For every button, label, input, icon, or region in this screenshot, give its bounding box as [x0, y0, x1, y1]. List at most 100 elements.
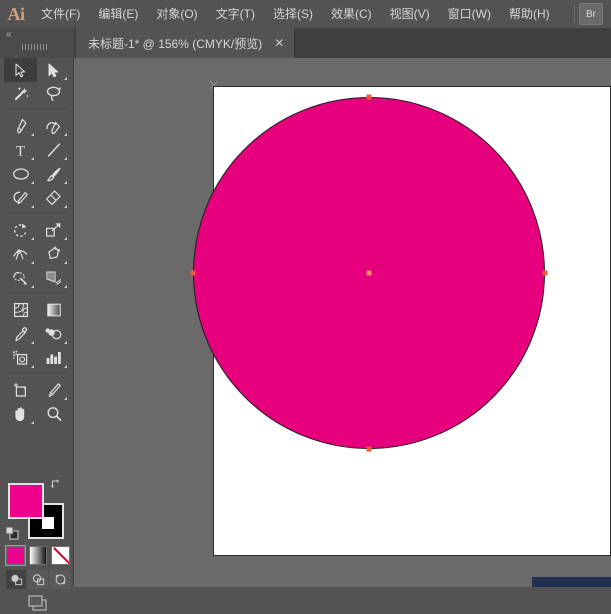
tool-flyout-indicator: [64, 397, 67, 400]
tool-row: [4, 346, 70, 370]
illustrator-window: Ai 文件(F) 编辑(E) 对象(O) 文字(T) 选择(S) 效果(C) 视…: [0, 0, 611, 611]
anchor-bottom[interactable]: [366, 446, 372, 452]
swap-fill-stroke-icon[interactable]: [50, 478, 62, 490]
menu-effect[interactable]: 效果(C): [322, 0, 381, 28]
menu-file[interactable]: 文件(F): [32, 0, 89, 28]
magic-wand-tool[interactable]: [4, 82, 37, 106]
tool-row: [4, 378, 70, 402]
artboard-tool[interactable]: [4, 378, 37, 402]
draw-mode-buttons: [6, 570, 70, 590]
rotate-tool[interactable]: [4, 218, 37, 242]
tool-separator: [7, 373, 67, 375]
lasso-tool[interactable]: [37, 82, 70, 106]
document-tab-label: 未标题-1* @ 156% (CMYK/预览): [88, 36, 263, 51]
none-mode-button[interactable]: [51, 546, 71, 565]
close-icon[interactable]: ✕: [274, 37, 284, 49]
tool-row: [4, 186, 70, 210]
anchor-left[interactable]: [190, 270, 196, 276]
tool-flyout-indicator: [64, 77, 67, 80]
tool-separator: [7, 213, 67, 215]
menu-view[interactable]: 视图(V): [381, 0, 439, 28]
column-graph-tool[interactable]: [37, 346, 70, 370]
paintbrush-tool[interactable]: [37, 162, 70, 186]
ellipse-tool[interactable]: [4, 162, 37, 186]
selection-tool[interactable]: [4, 58, 37, 82]
shape-builder-tool[interactable]: [4, 266, 37, 290]
menu-divider: [574, 5, 575, 23]
tool-flyout-indicator: [31, 261, 34, 264]
toolbar-drag-handle[interactable]: [22, 44, 48, 50]
menu-window[interactable]: 窗口(W): [439, 0, 500, 28]
width-tool[interactable]: [4, 242, 37, 266]
fill-swatch[interactable]: [8, 483, 44, 519]
draw-behind-button[interactable]: [28, 570, 48, 589]
curvature-tool[interactable]: [37, 114, 70, 138]
shaper-tool[interactable]: [4, 186, 37, 210]
eraser-tool[interactable]: [37, 186, 70, 210]
blend-tool[interactable]: [37, 322, 70, 346]
document-tab[interactable]: 未标题-1* @ 156% (CMYK/预览) ✕: [76, 28, 296, 58]
tool-flyout-indicator: [31, 133, 34, 136]
tool-row: [4, 322, 70, 346]
free-transform-tool[interactable]: [37, 242, 70, 266]
pen-tool[interactable]: [4, 114, 37, 138]
line-segment-tool[interactable]: [37, 138, 70, 162]
tool-flyout-indicator: [64, 133, 67, 136]
app-logo-icon: Ai: [7, 3, 26, 24]
menu-type[interactable]: 文字(T): [207, 0, 264, 28]
gradient-mode-button[interactable]: [28, 546, 48, 565]
tool-flyout-indicator: [31, 157, 34, 160]
mesh-tool[interactable]: [4, 298, 37, 322]
tool-grid: T: [4, 58, 70, 426]
tool-flyout-indicator: [31, 365, 34, 368]
anchor-top[interactable]: [366, 94, 372, 100]
tool-flyout-indicator: [64, 205, 67, 208]
tool-flyout-indicator: [64, 365, 67, 368]
menu-edit[interactable]: 编辑(E): [89, 0, 147, 28]
perspective-grid-tool[interactable]: [37, 266, 70, 290]
tool-flyout-indicator: [31, 181, 34, 184]
menu-items: 文件(F) 编辑(E) 对象(O) 文字(T) 选择(S) 效果(C) 视图(V…: [32, 0, 559, 28]
menu-object[interactable]: 对象(O): [147, 0, 206, 28]
tool-flyout-indicator: [31, 285, 34, 288]
tool-row: [4, 114, 70, 138]
tool-row: [4, 218, 70, 242]
color-mode-button[interactable]: [5, 545, 26, 566]
tool-flyout-indicator: [64, 341, 67, 344]
scale-tool[interactable]: [37, 218, 70, 242]
color-mode-buttons: [5, 545, 71, 566]
tools-panel: T: [0, 58, 74, 611]
symbol-sprayer-tool[interactable]: [4, 346, 37, 370]
tool-row: [4, 242, 70, 266]
tool-row: [4, 82, 70, 106]
menu-bar: Ai 文件(F) 编辑(E) 对象(O) 文字(T) 选择(S) 效果(C) 视…: [0, 0, 611, 28]
anchor-right[interactable]: [542, 270, 548, 276]
tab-strip: « 未标题-1* @ 156% (CMYK/预览) ✕: [0, 28, 611, 58]
default-fill-stroke-icon[interactable]: [5, 526, 19, 540]
anchor-center[interactable]: [366, 270, 372, 276]
direct-selection-tool[interactable]: [37, 58, 70, 82]
watermark: 溜溜自学 ZIXUE.3D66.COM: [532, 577, 611, 587]
tool-flyout-indicator: [31, 205, 34, 208]
selected-shape-group[interactable]: [189, 93, 549, 453]
collapse-panel-icon[interactable]: «: [6, 30, 11, 40]
tool-separator: [7, 293, 67, 295]
svg-text:T: T: [16, 144, 25, 159]
tool-flyout-indicator: [64, 285, 67, 288]
screen-mode-button[interactable]: [26, 594, 50, 614]
bridge-button[interactable]: Br: [579, 3, 603, 25]
menu-help[interactable]: 帮助(H): [500, 0, 559, 28]
gradient-tool[interactable]: [37, 298, 70, 322]
tool-flyout-indicator: [31, 341, 34, 344]
eyedropper-tool[interactable]: [4, 322, 37, 346]
menu-select[interactable]: 选择(S): [264, 0, 322, 28]
none-slash-icon: [53, 547, 70, 564]
draw-inside-button[interactable]: [50, 570, 70, 589]
tool-separator: [7, 109, 67, 111]
type-tool[interactable]: T: [4, 138, 37, 162]
draw-normal-button[interactable]: [6, 570, 26, 589]
document-canvas[interactable]: 溜溜自学 ZIXUE.3D66.COM: [74, 58, 611, 587]
slice-tool[interactable]: [37, 378, 70, 402]
tool-row: [4, 162, 70, 186]
toolbar-header[interactable]: «: [0, 28, 75, 58]
